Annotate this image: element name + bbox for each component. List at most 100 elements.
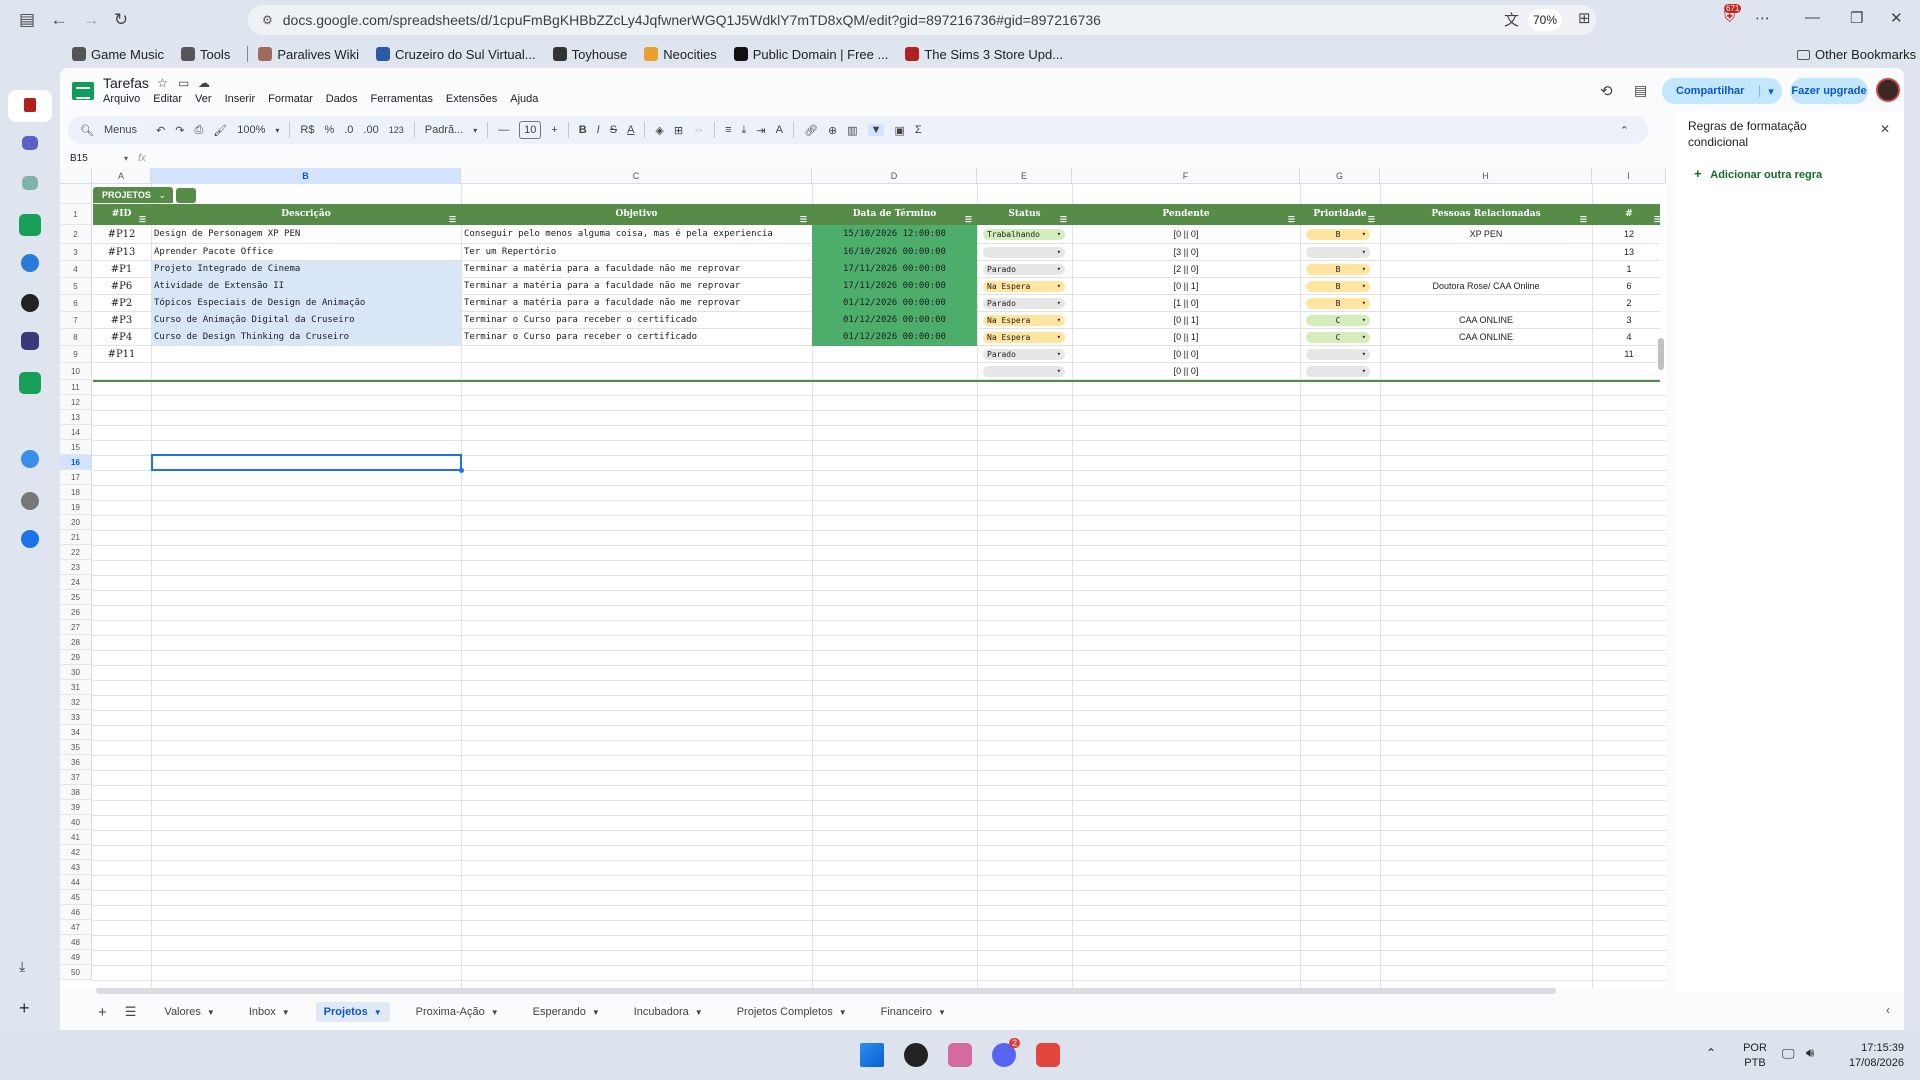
chart-icon[interactable]: ▥ bbox=[847, 124, 857, 137]
spreadsheet-grid[interactable]: ABCDEFGHI 1 2 3 4 5 6 7 8 9 10 11 12 13 14 15 16 17 18 19 2… bbox=[60, 168, 1666, 988]
other-bookmarks[interactable]: Other Bookmarks bbox=[1797, 47, 1916, 62]
priority-chip[interactable]: C ▾ bbox=[1306, 332, 1370, 343]
menu-item[interactable]: Inserir bbox=[225, 93, 256, 105]
row-header[interactable]: 1 bbox=[60, 204, 92, 225]
description-cell[interactable]: Curso de Animação Digital da Cruseiro bbox=[151, 312, 461, 329]
row-header[interactable]: 9 bbox=[60, 346, 92, 363]
pending-cell[interactable]: [0 || 1] bbox=[1072, 329, 1300, 346]
column-header-b[interactable]: B bbox=[151, 168, 461, 184]
id-cell[interactable]: #P12 bbox=[92, 225, 151, 244]
sheet-tab-esperando[interactable]: Esperando ▼ bbox=[525, 1002, 608, 1022]
chevron-down-icon[interactable]: ▾ bbox=[473, 126, 477, 135]
status-chip[interactable]: Na Espera ▾ bbox=[983, 332, 1065, 343]
msn-icon[interactable] bbox=[21, 332, 39, 350]
number-cell[interactable]: 4 bbox=[1592, 329, 1666, 346]
chevron-down-icon[interactable]: ▾ bbox=[1057, 349, 1061, 360]
menu-item[interactable]: Ferramentas bbox=[371, 93, 433, 105]
status-chip[interactable]: Trabalhando ▾ bbox=[983, 229, 1065, 240]
contacts-icon[interactable] bbox=[24, 98, 36, 112]
sheet-tab-inbox[interactable]: Inbox ▼ bbox=[241, 1002, 298, 1022]
table-header-cell[interactable]: Status ☰ bbox=[977, 204, 1072, 225]
close-window-icon[interactable]: ✕ bbox=[1890, 9, 1903, 27]
zoom-indicator[interactable]: 70% bbox=[1528, 9, 1562, 31]
table-header-cell[interactable]: Data de Término ☰ bbox=[812, 204, 977, 225]
chevron-down-icon[interactable]: ▾ bbox=[1057, 332, 1061, 343]
snipping-tool-icon[interactable] bbox=[1036, 1043, 1060, 1067]
description-cell[interactable]: Aprender Pacote Office bbox=[151, 244, 461, 261]
description-cell[interactable] bbox=[151, 346, 461, 363]
menu-item[interactable]: Formatar bbox=[268, 93, 313, 105]
related-people-cell[interactable] bbox=[1380, 295, 1592, 312]
chevron-down-icon[interactable]: ▾ bbox=[1057, 264, 1061, 275]
row-header[interactable]: 40 bbox=[60, 815, 92, 830]
table-options-icon[interactable] bbox=[176, 188, 196, 203]
edge-icon[interactable] bbox=[21, 254, 39, 272]
column-header-a[interactable]: A bbox=[92, 168, 151, 184]
files-icon[interactable] bbox=[19, 372, 41, 394]
chevron-down-icon[interactable]: ▾ bbox=[1362, 281, 1366, 292]
share-dropdown-icon[interactable]: ▾ bbox=[1760, 85, 1782, 98]
description-cell[interactable] bbox=[151, 363, 461, 380]
table-header-cell[interactable]: Pendente ☰ bbox=[1072, 204, 1300, 225]
menu-item[interactable]: Arquivo bbox=[103, 93, 140, 105]
row-header[interactable]: 13 bbox=[60, 410, 92, 425]
row-header[interactable]: 26 bbox=[60, 605, 92, 620]
id-cell[interactable]: #P6 bbox=[92, 278, 151, 295]
status-chip[interactable]: Parado ▾ bbox=[983, 349, 1065, 360]
filter-icon[interactable]: ☰ bbox=[1368, 209, 1375, 230]
store-icon[interactable] bbox=[21, 530, 39, 548]
row-header[interactable]: 10 bbox=[60, 363, 92, 380]
objective-cell[interactable]: Ter um Repertório bbox=[461, 244, 812, 261]
pending-cell[interactable]: [2 || 0] bbox=[1072, 261, 1300, 278]
borders-icon[interactable]: ⊞ bbox=[674, 124, 683, 137]
table-header-cell[interactable]: # ☰ bbox=[1592, 204, 1666, 225]
percent-button[interactable]: % bbox=[324, 124, 334, 136]
row-header[interactable]: 23 bbox=[60, 560, 92, 575]
table-header-cell[interactable]: Descrição ☰ bbox=[151, 204, 461, 225]
menu-item[interactable]: Extensões bbox=[446, 93, 497, 105]
sheets-logo-icon[interactable] bbox=[72, 82, 94, 100]
row-header[interactable]: 27 bbox=[60, 620, 92, 635]
close-icon[interactable]: ✕ bbox=[1880, 122, 1890, 136]
menu-item[interactable]: Ajuda bbox=[510, 93, 538, 105]
network-tray-icon[interactable]: 🖵︎ bbox=[1782, 1046, 1795, 1062]
bookmark-item[interactable]: Toyhouse bbox=[552, 47, 627, 62]
search-menus-icon[interactable]: 🔍︎ bbox=[80, 124, 94, 137]
tray-chevron-icon[interactable]: ⌃ bbox=[1706, 1046, 1716, 1060]
priority-chip[interactable]: B ▾ bbox=[1306, 264, 1370, 275]
filter-views-icon[interactable]: ▣ bbox=[894, 124, 904, 137]
pending-cell[interactable]: [0 || 0] bbox=[1072, 225, 1300, 244]
chevron-down-icon[interactable]: ▾ bbox=[1362, 315, 1366, 326]
row-header[interactable]: 25 bbox=[60, 590, 92, 605]
chevron-down-icon[interactable]: ▾ bbox=[1362, 264, 1366, 275]
sheet-tab-projetos-completos[interactable]: Projetos Completos ▼ bbox=[729, 1002, 855, 1022]
column-header-f[interactable]: F bbox=[1072, 168, 1300, 184]
due-date-cell[interactable]: 15/10/2026 12:00:00 bbox=[812, 225, 977, 244]
forward-icon[interactable]: → bbox=[76, 5, 106, 35]
bookmark-item[interactable]: Neocities bbox=[644, 47, 717, 62]
table-header-cell[interactable]: Objetivo ☰ bbox=[461, 204, 812, 225]
number-cell[interactable]: 1 bbox=[1592, 261, 1666, 278]
font-select[interactable]: Padrã... bbox=[425, 124, 464, 136]
chevron-down-icon[interactable]: ▾ bbox=[1362, 298, 1366, 309]
table-header-cell[interactable]: #ID ☰ bbox=[92, 204, 151, 225]
pending-cell[interactable]: [3 || 0] bbox=[1072, 244, 1300, 261]
chevron-down-icon[interactable]: ▼ bbox=[695, 1008, 703, 1017]
chevron-down-icon[interactable]: ▾ bbox=[1057, 281, 1061, 292]
row-header[interactable]: 47 bbox=[60, 920, 92, 935]
column-header-i[interactable]: I bbox=[1592, 168, 1666, 184]
comments-icon[interactable]: ▤ bbox=[1634, 82, 1647, 99]
description-cell[interactable]: Design de Personagem XP PEN bbox=[151, 225, 461, 244]
row-header[interactable]: 30 bbox=[60, 665, 92, 680]
download-icon[interactable]: ⤓ bbox=[19, 958, 41, 980]
table-header-cell[interactable]: Pessoas Relacionadas ☰ bbox=[1380, 204, 1592, 225]
reload-icon[interactable]: ↻ bbox=[106, 5, 136, 35]
id-cell[interactable] bbox=[92, 363, 151, 380]
paint-format-icon[interactable]: 🖌︎ bbox=[213, 124, 227, 137]
avatar[interactable] bbox=[1876, 78, 1900, 102]
bookmark-item[interactable]: Tools bbox=[180, 47, 230, 62]
row-header[interactable]: 32 bbox=[60, 695, 92, 710]
chevron-down-icon[interactable]: ▼ bbox=[207, 1008, 215, 1017]
merge-icon[interactable]: ⇔ bbox=[693, 124, 704, 136]
row-header[interactable]: 21 bbox=[60, 530, 92, 545]
